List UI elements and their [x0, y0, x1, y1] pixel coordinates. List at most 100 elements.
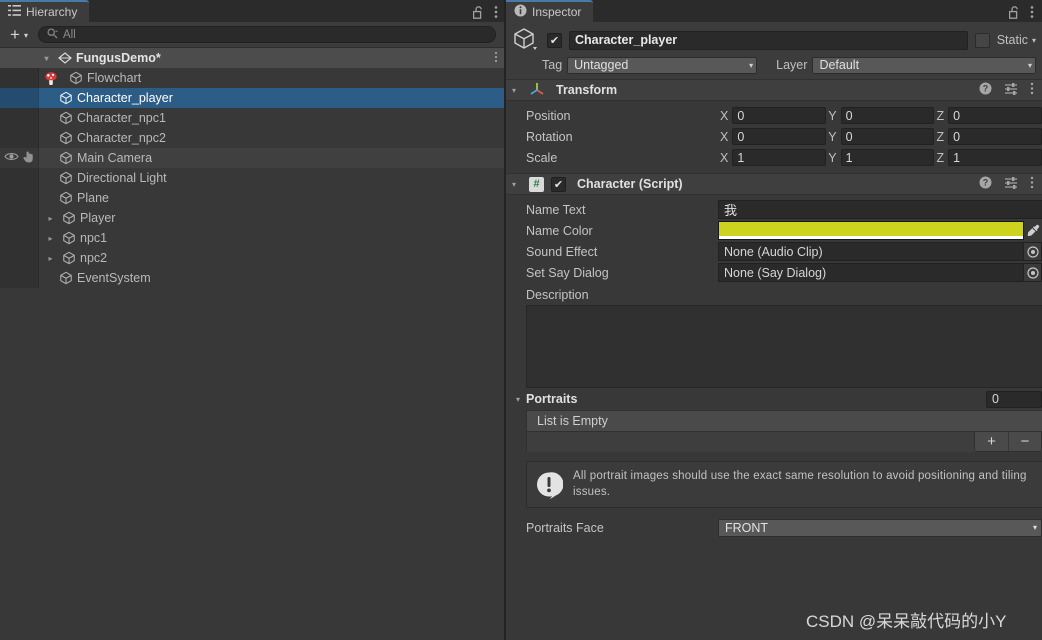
scale-y-input[interactable]: 1: [840, 149, 935, 166]
chevron-down-icon[interactable]: ▾: [512, 86, 522, 95]
set-say-dialog-object-field[interactable]: None (Say Dialog): [718, 263, 1023, 282]
gutter-divider: [38, 108, 39, 128]
chevron-down-icon[interactable]: ▾: [512, 180, 522, 189]
svg-text:?: ?: [983, 84, 989, 94]
gameobject-name-input[interactable]: Character_player: [569, 30, 968, 50]
scale-x-input[interactable]: 1: [732, 149, 827, 166]
hierarchy-item-label: Directional Light: [77, 171, 167, 185]
lock-open-icon[interactable]: [472, 5, 484, 22]
portraits-face-dropdown[interactable]: FRONT ▾: [718, 518, 1042, 537]
static-label: Static: [996, 33, 1028, 47]
hierarchy-search-placeholder: All: [62, 28, 76, 41]
layer-dropdown[interactable]: Default ▾: [812, 56, 1036, 74]
name-color-swatch[interactable]: [718, 221, 1024, 240]
rotation-x-input[interactable]: 0: [732, 128, 827, 145]
preset-sliders-icon[interactable]: [1004, 82, 1018, 98]
position-x-input[interactable]: 0: [732, 107, 827, 124]
tag-dropdown[interactable]: Untagged ▾: [567, 56, 758, 74]
remove-portrait-button[interactable]: −: [1008, 432, 1041, 451]
static-checkbox[interactable]: [974, 32, 990, 48]
hierarchy-item-flowchart[interactable]: Flowchart: [0, 68, 506, 88]
name-text-input[interactable]: 我: [718, 200, 1042, 219]
kebab-menu-icon[interactable]: [494, 5, 498, 22]
gameobject-cube-icon: [58, 131, 73, 145]
transform-position-row: Position X 0 Y 0 Z 0: [506, 105, 1042, 126]
eye-icon[interactable]: [4, 151, 19, 165]
warning-exclamation-icon: [535, 471, 564, 499]
rotation-z-input[interactable]: 0: [948, 128, 1042, 145]
hierarchy-item-main-camera[interactable]: Main Camera: [0, 148, 506, 168]
hierarchy-item-character-npc2[interactable]: Character_npc2: [0, 128, 506, 148]
hierarchy-item-character-player[interactable]: Character_player: [0, 88, 506, 108]
scene-icon: [57, 52, 72, 64]
component-header-transform[interactable]: ▾ Transform ?: [506, 79, 1042, 101]
chevron-down-icon[interactable]: ▾: [40, 54, 53, 63]
scale-z-input[interactable]: 1: [948, 149, 1042, 166]
hierarchy-item-plane[interactable]: Plane: [0, 188, 506, 208]
lock-open-icon[interactable]: [1008, 5, 1020, 22]
portraits-size-input[interactable]: 0: [986, 390, 1042, 408]
hierarchy-item-label: Player: [80, 211, 116, 225]
row-gutter: [0, 148, 38, 168]
portraits-empty-row: List is Empty: [526, 410, 1042, 432]
static-dropdown[interactable]: Static ▾: [997, 33, 1036, 47]
portraits-list-header[interactable]: ▾ Portraits 0: [506, 388, 1042, 410]
axis-x-label: X: [720, 150, 729, 165]
gameobject-cube-icon: [58, 171, 73, 185]
preset-sliders-icon[interactable]: [1004, 176, 1018, 192]
transform-axis-icon: [529, 81, 545, 99]
add-portrait-button[interactable]: +: [975, 432, 1008, 451]
hierarchy-scene-row[interactable]: ▾ FungusDemo*: [0, 48, 506, 68]
gutter-divider: [38, 248, 39, 268]
hierarchy-item-player[interactable]: ▸ Player: [0, 208, 506, 228]
kebab-menu-icon[interactable]: [1030, 176, 1034, 192]
name-text-label: Name Text: [526, 202, 586, 217]
position-y-input[interactable]: 0: [840, 107, 935, 124]
set-say-dialog-label: Set Say Dialog: [526, 265, 609, 280]
hierarchy-item-label: Character_npc1: [77, 111, 166, 125]
create-gameobject-button[interactable]: + ▾: [6, 26, 32, 43]
tab-hierarchy-label: Hierarchy: [26, 5, 78, 19]
gameobject-cube-icon[interactable]: [512, 27, 540, 53]
eyedropper-icon[interactable]: [1024, 224, 1042, 237]
help-circle-icon[interactable]: ?: [979, 82, 992, 98]
chevron-down-icon[interactable]: ▾: [516, 395, 520, 404]
position-z-input[interactable]: 0: [948, 107, 1042, 124]
gameobject-enabled-checkbox[interactable]: ✔: [547, 32, 562, 48]
chevron-right-icon[interactable]: ▸: [44, 234, 57, 243]
hierarchy-item-label: Plane: [77, 191, 109, 205]
description-textarea[interactable]: [526, 305, 1042, 388]
hierarchy-item-eventsystem[interactable]: EventSystem: [0, 268, 506, 288]
hierarchy-item-directional-light[interactable]: Directional Light: [0, 168, 506, 188]
help-circle-icon[interactable]: ?: [979, 176, 992, 192]
chevron-right-icon[interactable]: ▸: [44, 254, 57, 263]
hierarchy-tree[interactable]: ▾ FungusDemo* Flowchart Character_player…: [0, 48, 506, 640]
kebab-menu-icon[interactable]: [1030, 5, 1034, 22]
object-picker-icon[interactable]: [1023, 263, 1042, 282]
component-header-character-script[interactable]: ▾ # ✔ Character (Script) ?: [506, 173, 1042, 195]
axis-z-label: Z: [936, 129, 945, 144]
gutter-divider: [38, 208, 39, 228]
portraits-helpbox: All portrait images should use the exact…: [526, 461, 1042, 508]
tab-hierarchy[interactable]: Hierarchy: [0, 0, 90, 22]
tab-inspector[interactable]: Inspector: [506, 0, 594, 22]
transform-scale-row: Scale X 1 Y 1 Z 1: [506, 147, 1042, 168]
layer-label: Layer: [776, 58, 808, 72]
object-picker-icon[interactable]: [1023, 242, 1042, 261]
info-circle-icon: [514, 4, 527, 20]
component-enabled-checkbox[interactable]: ✔: [551, 176, 566, 192]
gutter-divider: [38, 128, 39, 148]
axis-y-label: Y: [828, 150, 837, 165]
hand-pointer-icon[interactable]: [22, 150, 35, 166]
hierarchy-search-input[interactable]: All: [37, 26, 496, 43]
panel-splitter[interactable]: [504, 0, 506, 640]
kebab-menu-icon[interactable]: [1030, 82, 1034, 98]
hierarchy-panel: Hierarchy + ▾ All ▾ FungusDemo* Flowchar…: [0, 0, 506, 640]
hierarchy-item-npc1[interactable]: ▸ npc1: [0, 228, 506, 248]
hierarchy-item-npc2[interactable]: ▸ npc2: [0, 248, 506, 268]
chevron-right-icon[interactable]: ▸: [44, 214, 57, 223]
hierarchy-item-character-npc1[interactable]: Character_npc1: [0, 108, 506, 128]
rotation-y-input[interactable]: 0: [840, 128, 935, 145]
sound-effect-object-field[interactable]: None (Audio Clip): [718, 242, 1023, 261]
axis-x-label: X: [720, 108, 729, 123]
